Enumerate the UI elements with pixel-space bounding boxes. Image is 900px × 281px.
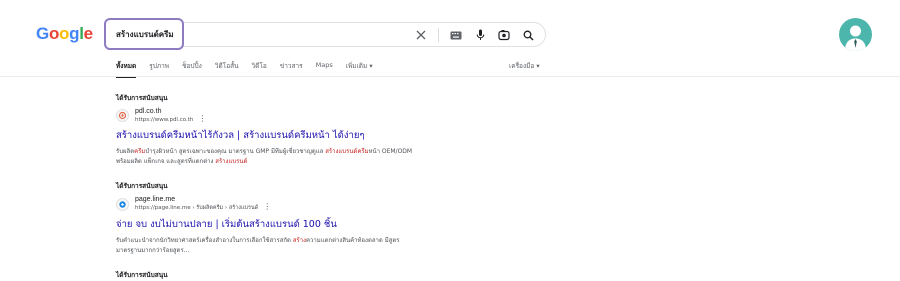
tools-label: เครื่องมือ [509, 62, 535, 70]
site-url-text: https://page.line.me › รับผลิตครีม › สร้… [135, 205, 259, 211]
chevron-down-icon: ▾ [369, 62, 373, 70]
sponsored-result: ได้รับการสนับสนุน [116, 270, 516, 280]
google-logo[interactable]: Google [36, 24, 93, 44]
desc-text: มาตรฐานมากกว่าร้อยสูตร... [116, 247, 190, 254]
search-bar: สร้างแบรนด์ครีม [104, 18, 546, 50]
desc-highlight: สร้างแบรนด์ครีม [325, 148, 369, 155]
result-source[interactable]: page.line.me https://page.line.me › รับผ… [116, 196, 516, 212]
more-options-icon[interactable]: ⋮ [198, 114, 206, 123]
source-text: page.line.me https://page.line.me › รับผ… [135, 196, 271, 212]
result-description: รับผลิตครีมบำรุงผิวหน้า สูตรเฉพาะของคุณ … [116, 147, 516, 167]
desc-text: พร้อมผลิต แพ็กเกจ และสูตรที่แตกต่าง [116, 158, 216, 165]
logo-letter: e [83, 24, 93, 43]
keyboard-icon[interactable] [449, 28, 463, 42]
result-description: รับคำแนะนำจากนักวิทยาศาสตร์เครื่องสำอางใ… [116, 236, 516, 256]
desc-highlight: ครีม [134, 148, 146, 155]
desc-text: บำรุงผิวหน้า สูตรเฉพาะของคุณ มาตรฐาน GMP… [145, 148, 326, 155]
more-options-icon[interactable]: ⋮ [263, 202, 271, 211]
desc-highlight: สร้าง [292, 237, 307, 244]
search-input[interactable]: สร้างแบรนด์ครีม [104, 18, 184, 50]
site-url: https://www.pdl.co.th ⋮ [135, 114, 206, 124]
site-url: https://page.line.me › รับผลิตครีม › สร้… [135, 203, 271, 212]
site-url-text: https://www.pdl.co.th [135, 117, 194, 123]
desc-text: รับผลิต [116, 148, 135, 155]
sponsored-result: ได้รับการสนับสนุน pdl.co.th https://www.… [116, 93, 516, 167]
header-divider [0, 76, 900, 77]
search-query-text: สร้างแบรนด์ครีม [116, 29, 174, 39]
desc-highlight: สร้างแบรนด์ [215, 158, 248, 165]
sponsored-label: ได้รับการสนับสนุน [116, 271, 168, 279]
logo-letter: o [48, 24, 60, 43]
tools-button[interactable]: เครื่องมือ ▾ [509, 61, 540, 71]
avatar[interactable] [839, 18, 872, 51]
result-title-link[interactable]: สร้างแบรนด์ครีมหน้าไร้กังวล | สร้างแบรนด… [116, 128, 516, 143]
desc-text: ความแตกต่างสินค้าท้องตลาด มีสูตร [306, 237, 400, 244]
divider [438, 28, 439, 42]
result-source[interactable]: pdl.co.th https://www.pdl.co.th ⋮ [116, 108, 516, 123]
lens-icon[interactable] [497, 28, 511, 42]
chevron-down-icon: ▾ [536, 62, 540, 70]
search-actions [414, 28, 535, 42]
source-text: pdl.co.th https://www.pdl.co.th ⋮ [135, 108, 206, 123]
tab-more-label: เพิ่มเติม [345, 62, 368, 70]
logo-letter: g [69, 24, 80, 43]
favicon-icon [116, 109, 129, 122]
microphone-icon[interactable] [473, 28, 487, 42]
sponsored-label: ได้รับการสนับสนุน [116, 94, 168, 102]
desc-text: หน้า OEM/ODM [368, 148, 413, 155]
desc-text: รับคำแนะนำจากนักวิทยาศาสตร์เครื่องสำอางใ… [116, 237, 293, 244]
search-icon[interactable] [521, 28, 535, 42]
google-search-page: Google สร้างแบรนด์ครีม ทั้งหมด รูปภาพ ช็… [0, 0, 900, 281]
logo-letter: o [59, 24, 70, 43]
logo-letter: G [36, 24, 49, 43]
sponsored-label: ได้รับการสนับสนุน [116, 182, 168, 190]
result-title-link[interactable]: จ่าย จบ งบไม่บานปลาย | เริ่มต้นสร้างแบรน… [116, 217, 516, 232]
site-name: pdl.co.th [135, 108, 162, 115]
favicon-icon [116, 197, 129, 211]
site-name: page.line.me [135, 196, 176, 203]
close-icon[interactable] [414, 28, 428, 42]
sponsored-result: ได้รับการสนับสนุน page.line.me https://p… [116, 181, 516, 256]
